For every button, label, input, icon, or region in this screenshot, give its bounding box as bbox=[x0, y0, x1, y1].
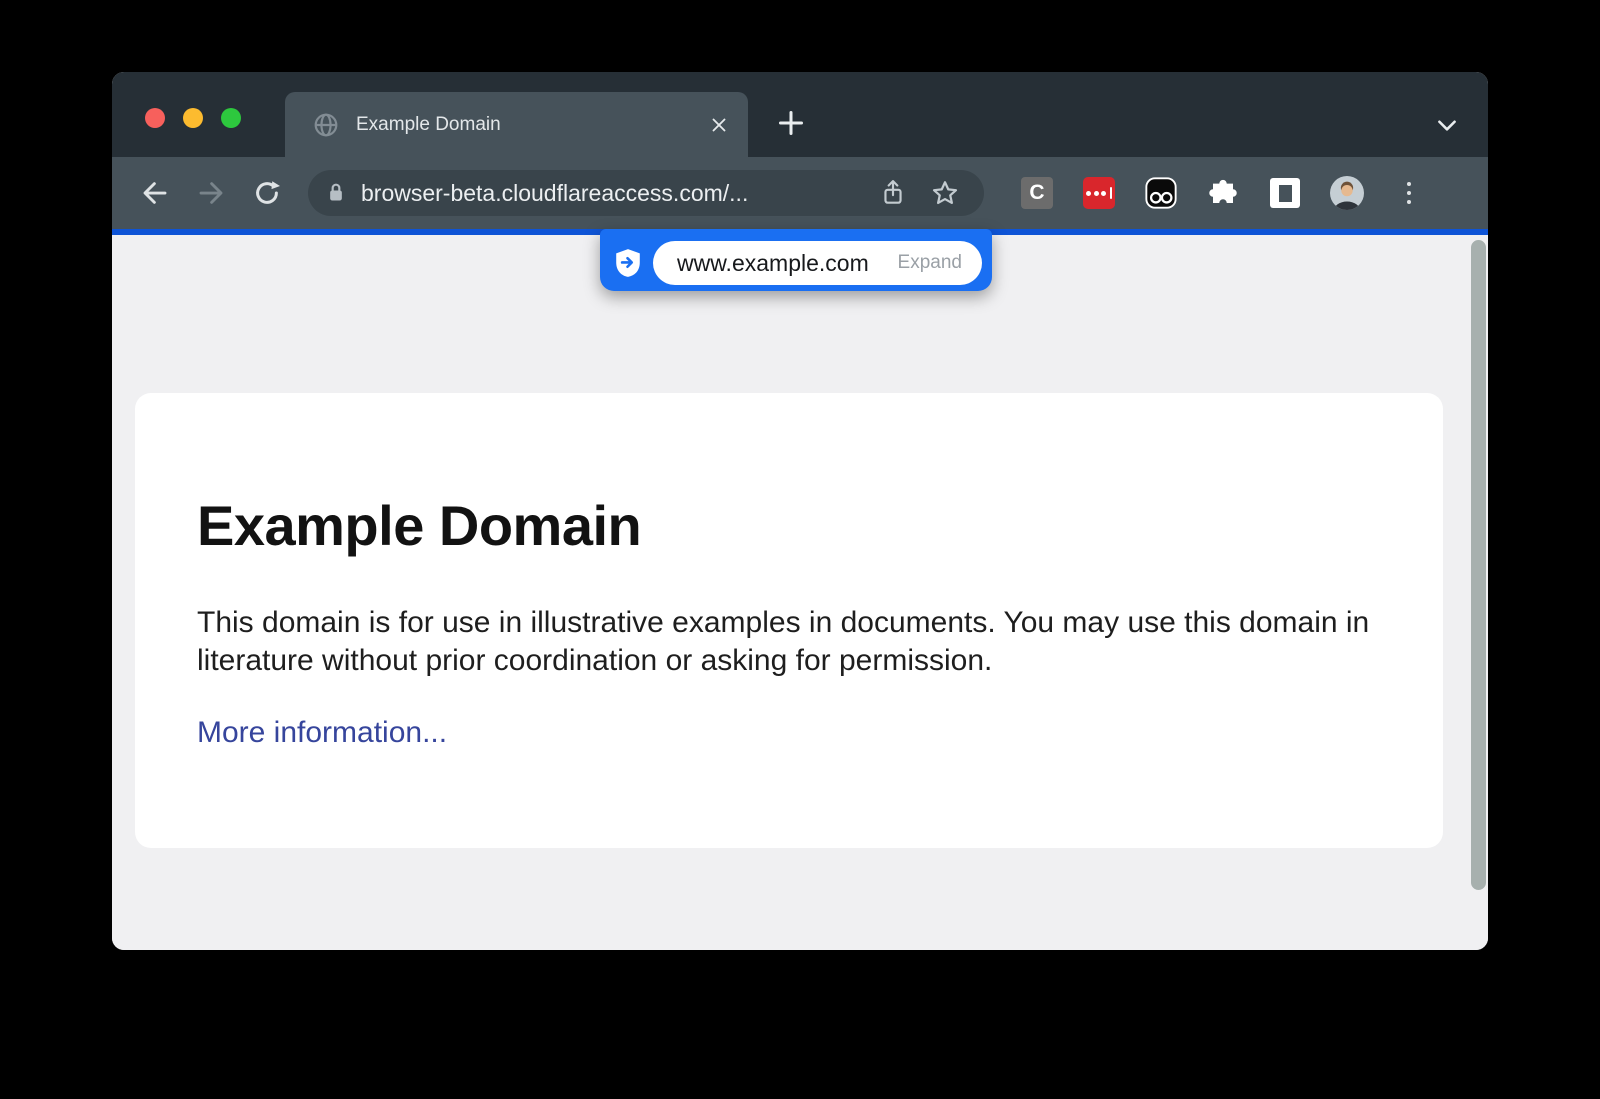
more-information-link[interactable]: More information... bbox=[197, 716, 447, 750]
extensions-row: C bbox=[1020, 176, 1426, 210]
back-button[interactable] bbox=[134, 172, 176, 214]
c-extension-icon[interactable]: C bbox=[1020, 176, 1054, 210]
frame-extension-icon[interactable] bbox=[1268, 176, 1302, 210]
example-domain-card: Example Domain This domain is for use in… bbox=[135, 393, 1443, 848]
puzzle-icon[interactable] bbox=[1206, 176, 1240, 210]
url-text[interactable]: browser-beta.cloudflareaccess.com/... bbox=[361, 180, 876, 207]
browser-window: Example Domain bbox=[112, 72, 1488, 950]
globe-favicon bbox=[313, 112, 339, 138]
browser-menu-icon[interactable] bbox=[1392, 176, 1426, 210]
page-viewport: www.example.com Expand Example Domain Th… bbox=[112, 235, 1488, 950]
isolated-host: www.example.com bbox=[677, 250, 869, 277]
forward-button[interactable] bbox=[190, 172, 232, 214]
tab-search-chevron-icon[interactable] bbox=[1432, 110, 1462, 140]
tab-title: Example Domain bbox=[356, 114, 704, 136]
scrollbar-thumb[interactable] bbox=[1471, 240, 1486, 890]
isolated-site-pill[interactable]: www.example.com Expand bbox=[653, 241, 982, 285]
profile-avatar[interactable] bbox=[1330, 176, 1364, 210]
expand-button[interactable]: Expand bbox=[898, 252, 962, 274]
isolation-badge[interactable]: www.example.com Expand bbox=[600, 229, 992, 291]
zoom-window-button[interactable] bbox=[221, 108, 241, 128]
new-tab-button[interactable] bbox=[774, 106, 808, 140]
window-controls bbox=[145, 108, 241, 128]
share-icon[interactable] bbox=[876, 176, 910, 210]
page-body-text: This domain is for use in illustrative e… bbox=[197, 604, 1377, 680]
minimize-window-button[interactable] bbox=[183, 108, 203, 128]
close-tab-icon[interactable] bbox=[704, 110, 734, 140]
goggles-extension-icon[interactable] bbox=[1144, 176, 1178, 210]
tab-example-domain[interactable]: Example Domain bbox=[285, 92, 748, 157]
page-title: Example Domain bbox=[197, 493, 1381, 558]
reload-button[interactable] bbox=[246, 172, 288, 214]
toolbar: browser-beta.cloudflareaccess.com/... C bbox=[112, 157, 1488, 229]
tab-strip: Example Domain bbox=[112, 72, 1488, 157]
address-bar[interactable]: browser-beta.cloudflareaccess.com/... bbox=[308, 170, 984, 216]
close-window-button[interactable] bbox=[145, 108, 165, 128]
shield-arrow-icon bbox=[615, 248, 641, 278]
lastpass-icon[interactable] bbox=[1082, 176, 1116, 210]
lock-icon[interactable] bbox=[326, 181, 346, 205]
bookmark-star-icon[interactable] bbox=[928, 176, 962, 210]
